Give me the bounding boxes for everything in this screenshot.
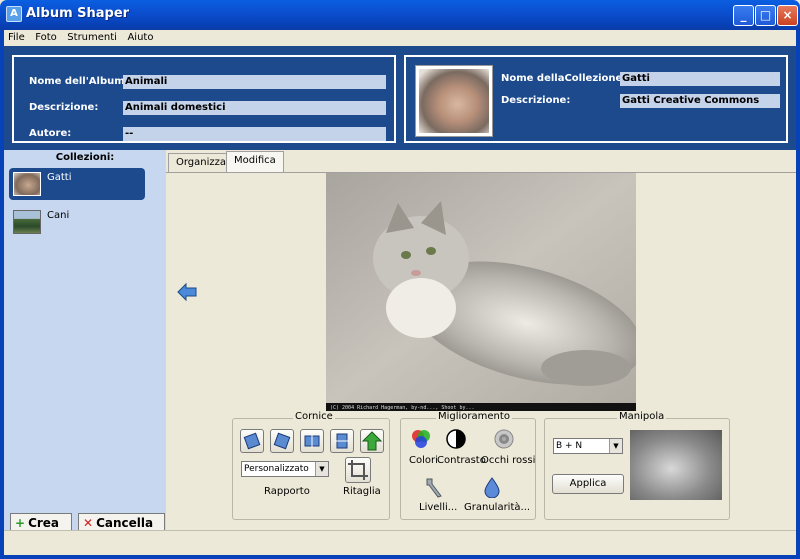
collection-item-label: Gatti: [47, 172, 72, 183]
menu-file[interactable]: File: [4, 31, 28, 43]
tab-bar: Organizza Modifica: [166, 150, 796, 173]
ratio-label: Rapporto: [264, 486, 310, 497]
menu-aiuto[interactable]: Aiuto: [123, 31, 156, 43]
flip-vertical-button[interactable]: [330, 429, 354, 453]
flip-horizontal-icon: [304, 434, 320, 448]
cat-photo[interactable]: (C) 2004 Richard Hagerman, by-nd..., Sho…: [326, 173, 636, 411]
effect-select[interactable]: B + N ▼: [553, 438, 623, 454]
chevron-down-icon: ▼: [315, 462, 328, 476]
flip-vertical-icon: [335, 433, 349, 449]
maximize-button[interactable]: □: [755, 5, 776, 26]
levels-icon[interactable]: [423, 476, 445, 498]
album-header: Nome dell'Album: Animali Descrizione: An…: [4, 46, 796, 150]
app-icon: A: [6, 6, 22, 22]
minimize-button[interactable]: _: [733, 5, 754, 26]
album-author-field[interactable]: --: [123, 127, 386, 141]
cat-thumbnail-icon: [13, 172, 41, 196]
crop-label: Ritaglia: [343, 486, 381, 497]
crop-button[interactable]: [345, 457, 371, 483]
rotate-left-icon: [243, 432, 261, 450]
album-author-label: Autore:: [29, 128, 72, 139]
up-arrow-button[interactable]: [360, 429, 384, 453]
collection-name-field[interactable]: Gatti: [620, 72, 780, 86]
rotate-right-icon: [273, 432, 291, 450]
contrast-icon[interactable]: [445, 428, 467, 450]
album-description-label: Descrizione:: [29, 102, 99, 113]
rotate-left-button[interactable]: [240, 429, 264, 453]
title-bar: A Album Shaper _ □ ×: [0, 0, 800, 30]
album-info-box: Nome dell'Album: Animali Descrizione: An…: [12, 55, 396, 143]
red-eye-icon[interactable]: [493, 428, 515, 450]
menu-strumenti[interactable]: Strumenti: [63, 31, 120, 43]
plus-icon: +: [15, 516, 26, 530]
crop-icon: [348, 460, 368, 480]
manipulate-group: Manipola B + N ▼ Applica: [544, 411, 730, 520]
collection-item-cani[interactable]: Cani: [9, 206, 145, 238]
flip-horizontal-button[interactable]: [300, 429, 324, 453]
grain-icon[interactable]: [481, 476, 503, 499]
collections-panel: Collezioni: Gatti Cani: [4, 150, 166, 530]
collection-item-label: Cani: [47, 210, 70, 221]
album-name-label: Nome dell'Album:: [29, 76, 129, 87]
tab-organizza[interactable]: Organizza: [168, 153, 235, 173]
collection-thumbnail[interactable]: [415, 65, 493, 137]
rotate-right-button[interactable]: [270, 429, 294, 453]
back-arrow-icon[interactable]: [176, 282, 198, 302]
album-description-field[interactable]: Animali domestici: [123, 101, 386, 115]
tab-modifica[interactable]: Modifica: [226, 151, 284, 173]
levels-label: Livelli...: [419, 502, 458, 513]
enhance-group: Miglioramento Colori Contrasto Occhi ros…: [400, 411, 536, 520]
collections-heading: Collezioni:: [55, 152, 115, 163]
window-frame-bottom: [0, 555, 800, 559]
cat-thumbnail-image: [419, 69, 489, 133]
chevron-down-icon: ▼: [609, 439, 622, 453]
menu-bar: File Foto Strumenti Aiuto: [0, 30, 800, 46]
collection-item-gatti[interactable]: Gatti: [9, 168, 145, 200]
menu-foto[interactable]: Foto: [31, 31, 60, 43]
collection-description-label: Descrizione:: [501, 95, 571, 106]
enhance-group-title: Miglioramento: [436, 411, 512, 422]
grain-label: Granularità...: [464, 502, 531, 513]
status-bar: [4, 530, 796, 555]
frame-group-title: Cornice: [293, 411, 335, 422]
up-arrow-icon: [361, 431, 383, 451]
effect-preview-image: [630, 430, 722, 500]
album-name-field[interactable]: Animali: [123, 75, 386, 89]
x-icon: ✕: [83, 516, 94, 530]
window-frame-right: [796, 30, 800, 559]
collection-name-label: Nome dellaCollezione:: [501, 73, 627, 84]
colors-label: Colori: [409, 455, 438, 466]
red-eye-label: Occhi rossi: [481, 455, 536, 466]
collection-description-field[interactable]: Gatti Creative Commons: [620, 94, 780, 108]
apply-button[interactable]: Applica: [552, 474, 624, 494]
manipulate-group-title: Manipola: [617, 411, 667, 422]
collection-info-box: Nome dellaCollezione: Gatti Descrizione:…: [404, 55, 788, 143]
frame-group: Cornice Personalizzato ▼ Rapporto Ritagl…: [232, 411, 390, 520]
ratio-select[interactable]: Personalizzato ▼: [241, 461, 329, 477]
close-button[interactable]: ×: [777, 5, 798, 26]
window-title: Album Shaper: [26, 6, 130, 21]
contrast-label: Contrasto: [437, 455, 486, 466]
colors-icon[interactable]: [410, 428, 432, 450]
dog-thumbnail-icon: [13, 210, 41, 234]
